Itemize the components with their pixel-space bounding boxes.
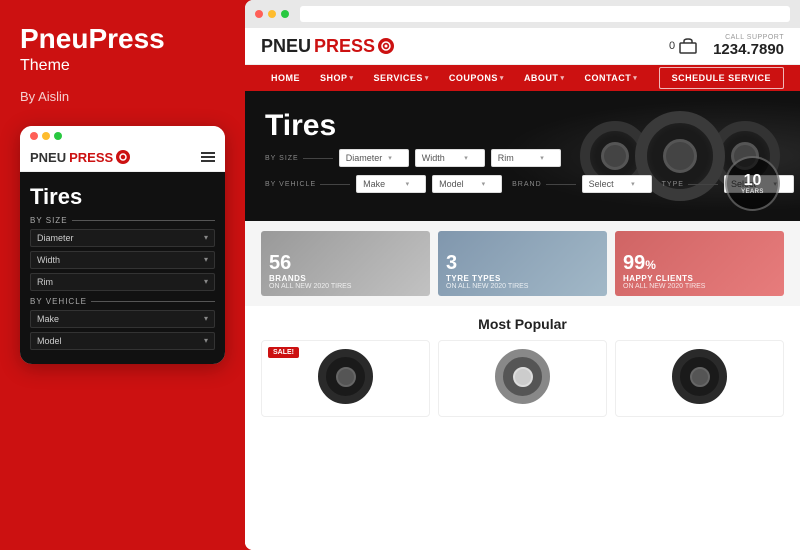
stat-content-brands: 56 BRANDS ON ALL NEW 2020 TIRES (261, 247, 359, 296)
phone-number: 1234.7890 (713, 41, 784, 58)
stat-sublabel-types: ON ALL NEW 2020 TIRES (446, 283, 528, 290)
rim-select[interactable]: Rim ▾ (491, 149, 561, 167)
badge-number: 10 (744, 173, 762, 189)
type-label: TYPE (662, 181, 718, 188)
site-nav: HOME SHOP SERVICES COUPONS ABOUT CONTACT… (245, 65, 800, 91)
model-select[interactable]: Model ▾ (432, 175, 502, 193)
make-select[interactable]: Make ▾ (356, 175, 426, 193)
dot-green-icon (54, 132, 62, 140)
mobile-hero: Tires BY SIZE Diameter Width Rim BY VEHI… (20, 172, 225, 364)
stat-label-brands: BRANDS (269, 274, 351, 283)
brand-select[interactable]: Select ▾ (582, 175, 652, 193)
by-vehicle-label: BY VEHICLE (265, 181, 350, 188)
by-size-label: BY SIZE (265, 155, 333, 162)
cart-icon (679, 38, 697, 54)
product-card-1[interactable]: SALE! (261, 340, 430, 417)
stat-card-types: 3 TYRE TYPES ON ALL NEW 2020 TIRES (438, 231, 607, 296)
mobile-vehicle-selects: Make Model (30, 310, 215, 350)
hero-badge: 10 years (725, 156, 780, 211)
mobile-logo: PNEUPRESS (30, 150, 130, 165)
brand-name: PneuPress (20, 24, 225, 55)
phone-label: CALL SUPPORT (713, 34, 784, 41)
stat-number-clients: 99 (623, 252, 645, 274)
sale-badge: SALE! (268, 347, 299, 358)
hamburger-icon[interactable] (201, 152, 215, 162)
stat-sublabel-clients: ON ALL NEW 2020 TIRES (623, 283, 705, 290)
logo-pneu: PNEU (261, 36, 311, 57)
dot-yellow-icon (42, 132, 50, 140)
cart-count: 0 (669, 40, 675, 52)
mobile-hero-title: Tires (30, 184, 215, 210)
nav-shop[interactable]: SHOP (310, 65, 364, 91)
filter-section: BY SIZE Diameter ▾ Width ▾ Rim ▾ (265, 143, 780, 205)
stat-unit-clients: % (645, 258, 656, 272)
nav-home[interactable]: HOME (261, 65, 310, 91)
stat-card-clients: 99% HAPPY CLIENTS ON ALL NEW 2020 TIRES (615, 231, 784, 296)
site-logo-icon (378, 38, 394, 54)
diameter-select[interactable]: Diameter ▾ (339, 149, 409, 167)
mobile-top-bar (20, 126, 225, 144)
stats-row: 56 BRANDS ON ALL NEW 2020 TIRES 3 TYRE T… (245, 221, 800, 306)
nav-links: HOME SHOP SERVICES COUPONS ABOUT CONTACT (261, 65, 647, 91)
brand-subtitle: Theme (20, 57, 225, 75)
mobile-mockup: PNEUPRESS Tires BY SIZE Diameter Width R… (20, 126, 225, 364)
stat-number-types: 3 (446, 252, 457, 274)
product-card-3[interactable] (615, 340, 784, 417)
browser-bar (245, 0, 800, 28)
site-hero: Tires BY SIZE Diameter ▾ Width ▾ Rim (245, 91, 800, 221)
by-size-row: BY SIZE Diameter ▾ Width ▾ Rim ▾ (265, 149, 780, 167)
stat-sublabel-brands: ON ALL NEW 2020 TIRES (269, 283, 351, 290)
logo-press: PRESS (314, 36, 375, 57)
width-select[interactable]: Width ▾ (415, 149, 485, 167)
brand-by: By Aislin (20, 89, 225, 104)
brand-label: BRAND (512, 181, 576, 188)
mobile-logo-icon (116, 150, 130, 164)
stat-number-brands: 56 (269, 252, 291, 274)
site-header-right: 0 CALL SUPPORT 1234.7890 (669, 34, 784, 58)
nav-contact[interactable]: CONTACT (574, 65, 647, 91)
stat-card-brands: 56 BRANDS ON ALL NEW 2020 TIRES (261, 231, 430, 296)
product-tire-1 (318, 349, 373, 404)
mobile-diameter-select[interactable]: Diameter (30, 229, 215, 247)
product-card-2[interactable] (438, 340, 607, 417)
mobile-model-select[interactable]: Model (30, 332, 215, 350)
hero-title: Tires (265, 109, 780, 143)
nav-about[interactable]: ABOUT (514, 65, 575, 91)
left-panel: PneuPress Theme By Aislin PNEUPRESS Tire… (0, 0, 245, 550)
mobile-size-selects: Diameter Width Rim (30, 229, 215, 291)
site-header: PNEUPRESS 0 CALL SUPPORT 1234.7890 (245, 28, 800, 65)
browser-dot-green (281, 10, 289, 18)
dot-red-icon (30, 132, 38, 140)
mobile-rim-select[interactable]: Rim (30, 273, 215, 291)
badge-text: years (741, 189, 764, 195)
most-popular-title: Most Popular (261, 316, 784, 332)
site-logo: PNEUPRESS (261, 36, 394, 57)
right-panel: PNEUPRESS 0 CALL SUPPORT 1234.7890 (245, 0, 800, 550)
nav-coupons[interactable]: COUPONS (439, 65, 514, 91)
products-row: SALE! (261, 340, 784, 417)
by-vehicle-row: BY VEHICLE Make ▾ Model ▾ BRAND Select ▾… (265, 172, 780, 196)
stat-content-clients: 99% HAPPY CLIENTS ON ALL NEW 2020 TIRES (615, 247, 713, 296)
cart-area[interactable]: 0 (669, 38, 697, 54)
phone-area: CALL SUPPORT 1234.7890 (713, 34, 784, 58)
mobile-by-vehicle-label: BY VEHICLE (30, 297, 215, 306)
browser-dot-red (255, 10, 263, 18)
schedule-service-button[interactable]: SCHEDULE SERVICE (659, 67, 784, 89)
most-popular-section: Most Popular SALE! (245, 306, 800, 550)
browser-dot-yellow (268, 10, 276, 18)
product-tire-2 (495, 349, 550, 404)
mobile-make-select[interactable]: Make (30, 310, 215, 328)
site-wrapper: PNEUPRESS 0 CALL SUPPORT 1234.7890 (245, 28, 800, 550)
stat-content-types: 3 TYRE TYPES ON ALL NEW 2020 TIRES (438, 247, 536, 296)
stat-label-types: TYRE TYPES (446, 274, 528, 283)
stat-label-clients: HAPPY CLIENTS (623, 274, 705, 283)
product-tire-3 (672, 349, 727, 404)
browser-url-bar[interactable] (300, 6, 790, 22)
mobile-width-select[interactable]: Width (30, 251, 215, 269)
mobile-by-size-label: BY SIZE (30, 216, 215, 225)
mobile-header: PNEUPRESS (20, 144, 225, 172)
nav-services[interactable]: SERVICES (364, 65, 439, 91)
